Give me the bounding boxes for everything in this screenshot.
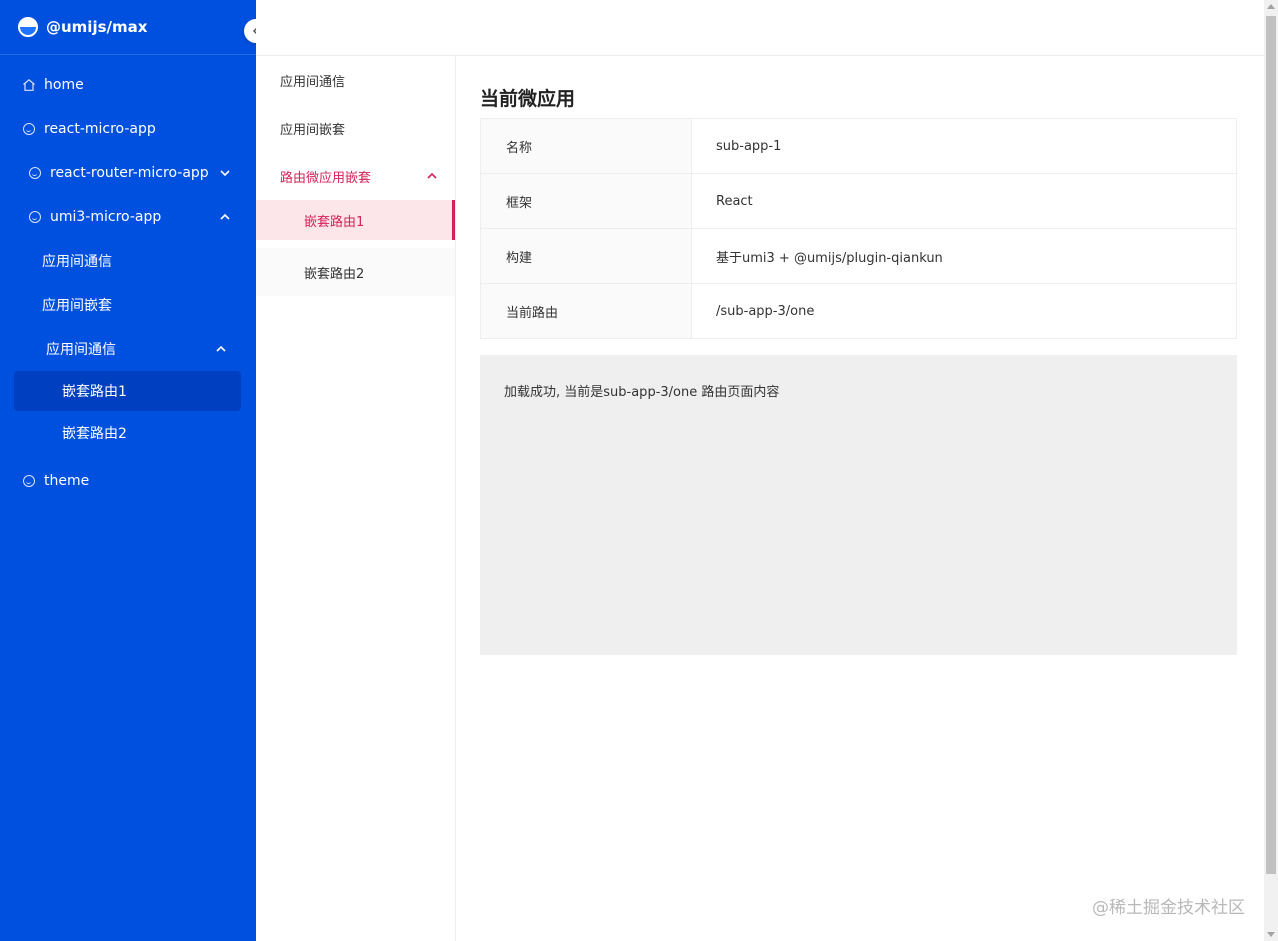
submenu-item-label: 路由微应用嵌套 <box>280 170 372 186</box>
brand-title: @umijs/max <box>46 18 148 36</box>
table-row: 名称 sub-app-1 <box>480 118 1237 174</box>
detail-key: 名称 <box>480 118 692 174</box>
content-text: 加载成功, 当前是sub-app-3/one 路由页面内容 <box>504 385 780 400</box>
sidebar-item-react-router-micro-app[interactable]: react-router-micro-app <box>0 151 256 195</box>
scrollbar[interactable] <box>1264 0 1278 941</box>
sidebar-item-label: 应用间通信 <box>46 342 116 358</box>
detail-key: 构建 <box>480 228 692 284</box>
submenu-item-communication[interactable]: 应用间通信 <box>256 56 455 104</box>
app-root: @umijs/max home react-micro-app react-ro… <box>0 0 1278 941</box>
watermark: @稀土掘金技术社区 <box>1092 898 1245 918</box>
submenu-item-nesting[interactable]: 应用间嵌套 <box>256 104 455 152</box>
submenu-item-nested-route-1[interactable]: 嵌套路由1 <box>256 200 455 240</box>
app-details-table: 名称 sub-app-1 框架 React 构建 基于umi3 + @umijs… <box>480 118 1237 339</box>
micro-app-menu: 应用间通信 应用间嵌套 路由微应用嵌套 嵌套路由1 嵌套路由2 <box>256 56 456 941</box>
sidebar-item-react-micro-app[interactable]: react-micro-app <box>0 107 256 151</box>
sidebar-menu: home react-micro-app react-router-micro-… <box>0 55 256 503</box>
sidebar-item-theme[interactable]: theme <box>0 459 256 503</box>
submenu-item-route-nesting[interactable]: 路由微应用嵌套 <box>256 152 455 200</box>
home-icon <box>22 78 36 92</box>
smile-icon <box>28 210 42 224</box>
table-row: 框架 React <box>480 173 1237 229</box>
submenu-item-nested-route-2[interactable]: 嵌套路由2 <box>256 248 455 296</box>
detail-key: 当前路由 <box>480 283 692 339</box>
sidebar-item-label: react-router-micro-app <box>50 165 209 181</box>
sidebar-item-nesting[interactable]: 应用间嵌套 <box>0 283 256 327</box>
table-row: 构建 基于umi3 + @umijs/plugin-qiankun <box>480 228 1237 284</box>
smile-icon <box>22 122 36 136</box>
top-header <box>256 0 1264 56</box>
sidebar-item-home[interactable]: home <box>0 63 256 107</box>
sidebar-item-label: theme <box>44 473 90 489</box>
sidebar: @umijs/max home react-micro-app react-ro… <box>0 0 256 941</box>
scrollbar-thumb[interactable] <box>1266 16 1276 874</box>
detail-value: 基于umi3 + @umijs/plugin-qiankun <box>691 228 1237 284</box>
table-row: 当前路由 /sub-app-3/one <box>480 283 1237 339</box>
submenu-item-label: 嵌套路由1 <box>304 214 365 230</box>
sidebar-item-label: umi3-micro-app <box>50 209 162 225</box>
detail-value: sub-app-1 <box>691 118 1237 174</box>
chevron-up-icon <box>220 211 230 224</box>
submenu-item-label: 应用间通信 <box>280 74 346 90</box>
submenu-item-label: 应用间嵌套 <box>280 122 346 138</box>
detail-value: React <box>691 173 1237 229</box>
sidebar-item-nested-route-1[interactable]: 嵌套路由1 <box>14 371 241 411</box>
detail-value: /sub-app-3/one <box>691 283 1237 339</box>
smile-icon <box>28 166 42 180</box>
sidebar-item-label: 嵌套路由1 <box>62 384 127 400</box>
detail-key: 框架 <box>480 173 692 229</box>
sidebar-item-communication-group[interactable]: 应用间通信 <box>0 327 256 371</box>
sidebar-item-label: 应用间通信 <box>42 254 112 270</box>
micro-app-content: 加载成功, 当前是sub-app-3/one 路由页面内容 <box>480 355 1237 655</box>
smile-icon <box>22 474 36 488</box>
chevron-up-icon <box>427 170 437 183</box>
page-title: 当前微应用 <box>480 88 576 110</box>
sidebar-item-communication[interactable]: 应用间通信 <box>0 239 256 283</box>
sidebar-item-label: home <box>44 77 84 93</box>
chevron-down-icon <box>220 167 230 180</box>
logo-icon <box>18 17 38 37</box>
sidebar-item-nested-route-2[interactable]: 嵌套路由2 <box>0 411 256 455</box>
scroll-down-icon[interactable] <box>1267 932 1275 937</box>
main-content: 当前微应用 名称 sub-app-1 框架 React 构建 基于umi3 + … <box>480 56 1237 655</box>
sidebar-item-label: 嵌套路由2 <box>62 426 127 442</box>
sidebar-item-umi3-micro-app[interactable]: umi3-micro-app <box>0 195 256 239</box>
sidebar-item-label: react-micro-app <box>44 121 156 137</box>
brand[interactable]: @umijs/max <box>0 0 256 55</box>
submenu-item-label: 嵌套路由2 <box>304 266 365 282</box>
scroll-up-icon[interactable] <box>1267 4 1275 9</box>
chevron-up-icon <box>216 343 226 356</box>
sidebar-item-label: 应用间嵌套 <box>42 298 112 314</box>
